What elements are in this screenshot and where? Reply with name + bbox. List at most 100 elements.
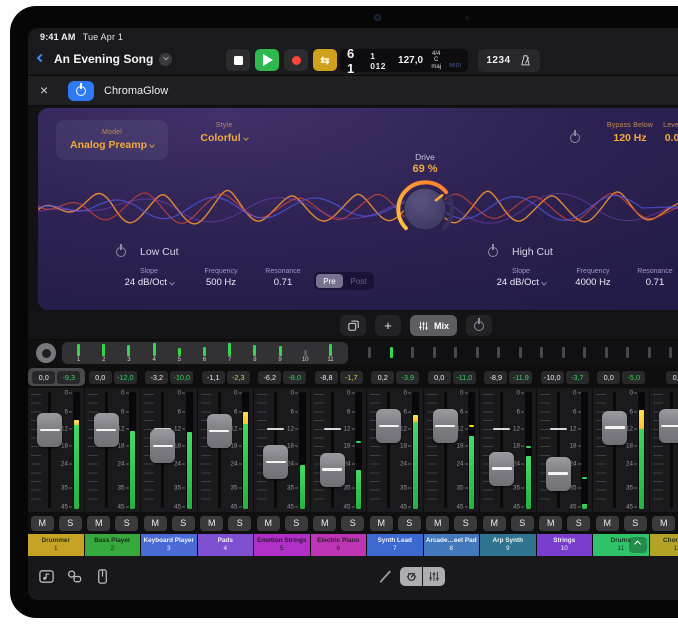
- plugin-power-button[interactable]: [68, 81, 94, 101]
- mute-button[interactable]: M: [87, 516, 110, 531]
- overview-track[interactable]: 7: [217, 344, 242, 364]
- solo-button[interactable]: S: [454, 516, 477, 531]
- gain-peak-pair[interactable]: -10,0-3,7: [537, 366, 594, 388]
- fader-cap[interactable]: [546, 457, 571, 491]
- chevron-down-icon[interactable]: [159, 53, 172, 66]
- solo-button[interactable]: S: [341, 516, 364, 531]
- collapse-stack-button[interactable]: [629, 537, 647, 553]
- overview-track[interactable]: 4: [142, 344, 167, 364]
- track-name-chip[interactable]: Pads4: [198, 534, 254, 556]
- overview-track[interactable]: 3: [116, 344, 141, 364]
- mute-button[interactable]: M: [596, 516, 619, 531]
- overview-track[interactable]: 6: [192, 344, 217, 364]
- overview-track[interactable]: 1: [66, 344, 91, 364]
- solo-button[interactable]: S: [172, 516, 195, 531]
- track-name-chip[interactable]: Emotion Strings5: [254, 534, 310, 556]
- cycle-button[interactable]: ⇆: [313, 49, 337, 71]
- gain-peak-pair[interactable]: -3,2-10,0: [141, 366, 198, 388]
- mute-button[interactable]: M: [31, 516, 54, 531]
- fader-cap[interactable]: [150, 429, 175, 463]
- high-cut-power-icon[interactable]: [488, 247, 498, 257]
- mute-button[interactable]: M: [370, 516, 393, 531]
- track-name-chip[interactable]: Drums11: [593, 534, 649, 556]
- low-cut-resonance[interactable]: Resonance 0.71: [256, 268, 310, 288]
- level-control[interactable]: Level 0.0: [650, 122, 678, 144]
- fader-cap[interactable]: [659, 409, 678, 443]
- record-button[interactable]: [284, 49, 308, 71]
- fader-cap[interactable]: [320, 453, 345, 487]
- mixer-view-button[interactable]: [423, 567, 445, 586]
- low-cut-power-icon[interactable]: [116, 247, 126, 257]
- solo-button[interactable]: S: [567, 516, 590, 531]
- metronome-icon[interactable]: [519, 54, 532, 67]
- connections-icon[interactable]: [66, 568, 83, 585]
- visible-tracks-overview[interactable]: 1234567891011: [62, 342, 348, 364]
- offscreen-tracks-overview[interactable]: [358, 344, 678, 358]
- gain-peak-pair[interactable]: -1,1-2,3: [198, 366, 255, 388]
- fader-cap[interactable]: [602, 411, 627, 445]
- overview-track[interactable]: 8: [242, 344, 267, 364]
- fader-cap[interactable]: [37, 413, 62, 447]
- solo-button[interactable]: S: [115, 516, 138, 531]
- high-cut-frequency[interactable]: Frequency 4000 Hz: [562, 268, 624, 288]
- track-name-chip[interactable]: Keyboard Player3: [141, 534, 197, 556]
- track-name-chip[interactable]: Chorus V12: [650, 534, 678, 556]
- stop-button[interactable]: [226, 49, 250, 71]
- fader-cap[interactable]: [94, 413, 119, 447]
- drive-knob[interactable]: [392, 176, 458, 242]
- lcd-display[interactable]: 6 1 1 012 127,0 4/4C maj MIDI: [340, 49, 468, 72]
- fader-cap[interactable]: [376, 409, 401, 443]
- gain-peak-pair[interactable]: 0,0: [650, 366, 678, 388]
- play-surface-icon[interactable]: [94, 568, 111, 585]
- overview-track[interactable]: 5: [167, 344, 192, 364]
- fader-cap[interactable]: [263, 445, 288, 479]
- overview-track[interactable]: 9: [268, 344, 293, 364]
- solo-button[interactable]: S: [285, 516, 308, 531]
- solo-button[interactable]: S: [398, 516, 421, 531]
- gain-peak-pair[interactable]: 0,0-11,0: [424, 366, 481, 388]
- mute-button[interactable]: M: [426, 516, 449, 531]
- high-cut-slope[interactable]: Slope 24 dB/Oct: [488, 268, 554, 288]
- gain-peak-pair[interactable]: 0,2-3,9: [367, 366, 424, 388]
- mute-button[interactable]: M: [652, 516, 675, 531]
- track-name-chip[interactable]: Electric Piano6: [311, 534, 367, 556]
- mute-button[interactable]: M: [144, 516, 167, 531]
- pre-button[interactable]: Pre: [316, 274, 343, 288]
- track-name-chip[interactable]: Arcade…eet Pad8: [424, 534, 480, 556]
- mixer-power-button[interactable]: [466, 315, 492, 336]
- fader-cap[interactable]: [207, 414, 232, 448]
- fader-cap[interactable]: [489, 452, 514, 486]
- mute-button[interactable]: M: [313, 516, 336, 531]
- track-name-chip[interactable]: Strings10: [537, 534, 593, 556]
- smart-controls-button[interactable]: [400, 567, 422, 586]
- track-name-chip[interactable]: Drummer1: [28, 534, 84, 556]
- close-icon[interactable]: ×: [40, 82, 48, 98]
- monitor-icon[interactable]: [36, 343, 56, 363]
- gain-peak-pair[interactable]: 0,0-9,3: [28, 368, 85, 386]
- solo-button[interactable]: S: [59, 516, 82, 531]
- gain-peak-pair[interactable]: -8,9-11,9: [480, 366, 537, 388]
- mix-button[interactable]: Mix: [410, 315, 457, 336]
- count-in-button[interactable]: 1234: [486, 55, 510, 66]
- add-track-button[interactable]: +: [375, 315, 401, 336]
- low-cut-slope[interactable]: Slope 24 dB/Oct: [116, 268, 182, 288]
- solo-button[interactable]: S: [228, 516, 251, 531]
- low-cut-frequency[interactable]: Frequency 500 Hz: [190, 268, 252, 288]
- solo-button[interactable]: S: [624, 516, 647, 531]
- overview-track[interactable]: 10: [293, 344, 318, 364]
- gain-peak-pair[interactable]: -6,2-8,0: [254, 366, 311, 388]
- mute-button[interactable]: M: [200, 516, 223, 531]
- fader-cap[interactable]: [433, 409, 458, 443]
- mute-button[interactable]: M: [539, 516, 562, 531]
- track-name-chip[interactable]: Synth Lead7: [367, 534, 423, 556]
- back-chevron-icon[interactable]: [37, 54, 45, 62]
- gain-peak-pair[interactable]: 0,0-12,0: [85, 366, 142, 388]
- mute-button[interactable]: M: [257, 516, 280, 531]
- mute-button[interactable]: M: [483, 516, 506, 531]
- track-name-chip[interactable]: Arp Synth9: [480, 534, 536, 556]
- duplicate-button[interactable]: [340, 315, 366, 336]
- track-name-chip[interactable]: Bass Player2: [85, 534, 141, 556]
- overview-track[interactable]: 2: [91, 344, 116, 364]
- model-selector[interactable]: Model Analog Preamp: [56, 120, 168, 160]
- style-selector[interactable]: Style Colorful: [188, 122, 260, 144]
